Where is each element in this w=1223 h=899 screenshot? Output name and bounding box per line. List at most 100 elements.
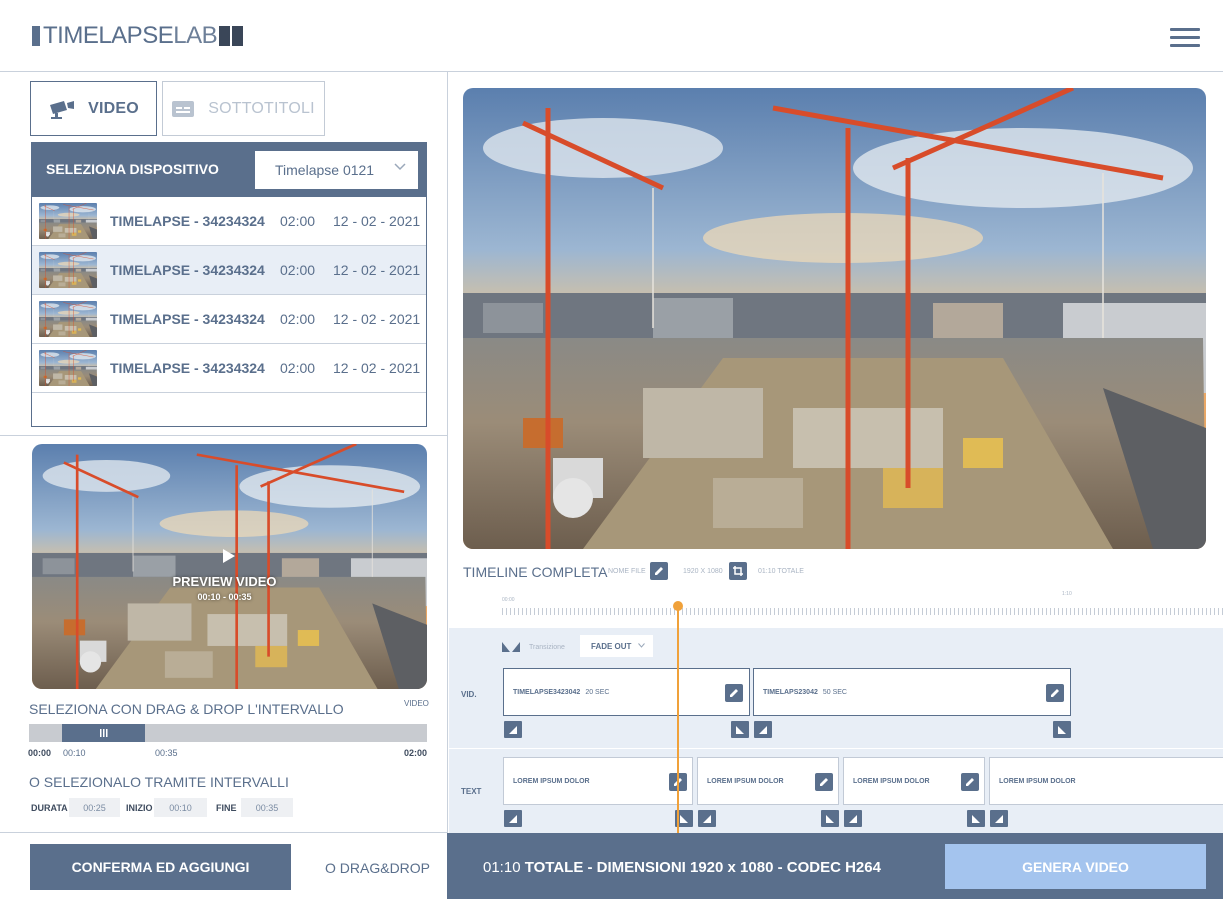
timelapse-date: 12 - 02 - 2021 [333,360,421,376]
timelapse-name: TIMELAPSE - 34234324 [110,311,265,327]
playhead-handle[interactable] [673,601,683,611]
logo-bar-mark [32,26,40,46]
play-icon[interactable] [222,548,236,564]
trim-end-handle[interactable] [731,721,749,738]
trim-start-handle[interactable] [504,721,522,738]
trim-start-handle[interactable] [754,721,772,738]
divider [0,832,448,833]
device-panel: SELEZIONA DISPOSITIVO Timelapse 0121 TIM… [31,142,427,427]
resize-arrow-icon [1058,725,1066,734]
video-clip[interactable]: TIMELAPSE3423042 20 SEC [503,668,750,716]
text-clip[interactable]: LOREM IPSUM DOLOR [503,757,693,805]
fine-input[interactable]: 00:35 [241,798,293,817]
text-clip[interactable]: LOREM IPSUM DOLOR [843,757,985,805]
timelapse-name: TIMELAPSE - 34234324 [110,213,265,229]
timelapse-name: TIMELAPSE - 34234324 [110,262,265,278]
clip-name: TIMELAPSE3423042 [513,688,581,696]
main-video-preview[interactable] [463,88,1206,549]
video-track-label: VID. [461,690,477,699]
timeline-ruler[interactable] [502,605,1223,617]
edit-text-button[interactable] [961,773,979,791]
playhead-line[interactable] [677,606,679,833]
timelapse-duration: 02:00 [280,311,316,327]
subtitles-icon [172,100,195,117]
resize-arrow-icon [703,814,711,823]
text-clip[interactable]: LOREM IPSUM DOLOR [989,757,1223,805]
text-clip[interactable]: LOREM IPSUM DOLOR [697,757,839,805]
timelapse-thumbnail [39,350,97,386]
render-footer: 01:10 TOTALE - DIMENSIONI 1920 x 1080 - … [447,833,1223,899]
chevron-down-icon [394,163,406,171]
resize-arrow-icon [509,725,517,734]
trim-start-handle[interactable] [698,810,716,827]
range-selection[interactable] [62,724,145,742]
logo-text-timelapse: TIMELAPSE [43,22,174,49]
timelapse-duration: 02:00 [280,262,316,278]
crop-icon [733,566,743,576]
confirm-add-button[interactable]: CONFERMA ED AGGIUNGI [30,844,291,890]
render-summary: 01:10 TOTALE - DIMENSIONI 1920 x 1080 - … [483,859,881,876]
edit-clip-button[interactable] [725,684,743,702]
trim-start-handle[interactable] [844,810,862,827]
generate-video-button[interactable]: GENERA VIDEO [945,844,1206,889]
dragdrop-label: SELEZIONA CON DRAG & DROP L'INTERVALLO [29,701,344,717]
transition-label: Transizione [529,644,565,651]
device-label: SELEZIONA DISPOSITIVO [46,161,219,177]
resize-arrow-icon [736,725,744,734]
list-item[interactable]: TIMELAPSE - 34234324 02:00 12 - 02 - 202… [32,246,426,295]
tab-video-label: VIDEO [88,99,139,117]
trim-end-handle[interactable] [1053,721,1071,738]
text-track-label: TEXT [461,787,482,796]
range-sel-start-label: 00:10 [63,748,86,758]
device-header: SELEZIONA DISPOSITIVO Timelapse 0121 [32,143,426,197]
preview-label: PREVIEW VIDEO [172,574,277,589]
timelapse-thumbnail [39,252,97,288]
video-clip[interactable]: TIMELAPS23042 50 SEC [753,668,1071,716]
logo-square-mark [232,26,244,46]
tab-subtitles-label: SOTTOTITOLI [208,99,315,117]
trim-start-handle[interactable] [504,810,522,827]
list-item[interactable]: TIMELAPSE - 34234324 02:00 12 - 02 - 202… [32,295,426,344]
tab-video[interactable]: VIDEO [30,81,157,136]
inizio-input[interactable]: 00:10 [154,798,207,817]
clip-duration: 50 SEC [822,688,847,696]
app-logo[interactable]: TIMELAPSE LAB [32,22,244,49]
resize-arrow-icon [995,814,1003,823]
edit-filename-button[interactable] [650,562,668,580]
tab-subtitles[interactable]: SOTTOTITOLI [162,81,325,136]
preview-range: 00:10 - 00:35 [197,592,252,602]
trim-end-handle[interactable] [821,810,839,827]
timelapse-thumbnail [39,301,97,337]
range-slider[interactable] [29,724,427,742]
crop-button[interactable] [729,562,747,580]
text-clip-name: LOREM IPSUM DOLOR [853,777,930,785]
app-header: TIMELAPSE LAB [0,0,1223,72]
logo-square-mark [219,26,231,46]
ruler-mark-label: 1:10 [1062,591,1072,597]
edit-text-button[interactable] [815,773,833,791]
trim-start-handle[interactable] [990,810,1008,827]
render-total-time: 01:10 [483,859,521,876]
pencil-icon [966,778,974,786]
divider [0,435,448,436]
range-start-label: 00:00 [28,748,52,758]
timelapse-date: 12 - 02 - 2021 [333,311,421,327]
transition-icon [502,642,520,652]
transition-select[interactable]: FADE OUT [580,635,653,657]
pencil-icon [1051,689,1059,697]
transition-select-value: FADE OUT [591,641,632,651]
trim-end-handle[interactable] [967,810,985,827]
left-panel: VIDEO SOTTOTITOLI SELEZIONA DISPOSITIVO … [0,72,448,899]
edit-clip-button[interactable] [1046,684,1064,702]
inizio-label: INIZIO [126,803,153,813]
camera-icon [50,100,75,119]
dragdrop-link[interactable]: O DRAG&DROP [325,860,430,876]
preview-video[interactable]: PREVIEW VIDEO 00:10 - 00:35 [32,444,427,689]
list-item[interactable]: TIMELAPSE - 34234324 02:00 12 - 02 - 202… [32,197,426,246]
timelapse-name: TIMELAPSE - 34234324 [110,360,265,376]
list-item[interactable]: TIMELAPSE - 34234324 02:00 12 - 02 - 202… [32,344,426,393]
resize-arrow-icon [972,814,980,823]
hamburger-icon[interactable] [1170,28,1200,50]
durata-input[interactable]: 00:25 [69,798,120,817]
device-select[interactable]: Timelapse 0121 [255,151,418,189]
